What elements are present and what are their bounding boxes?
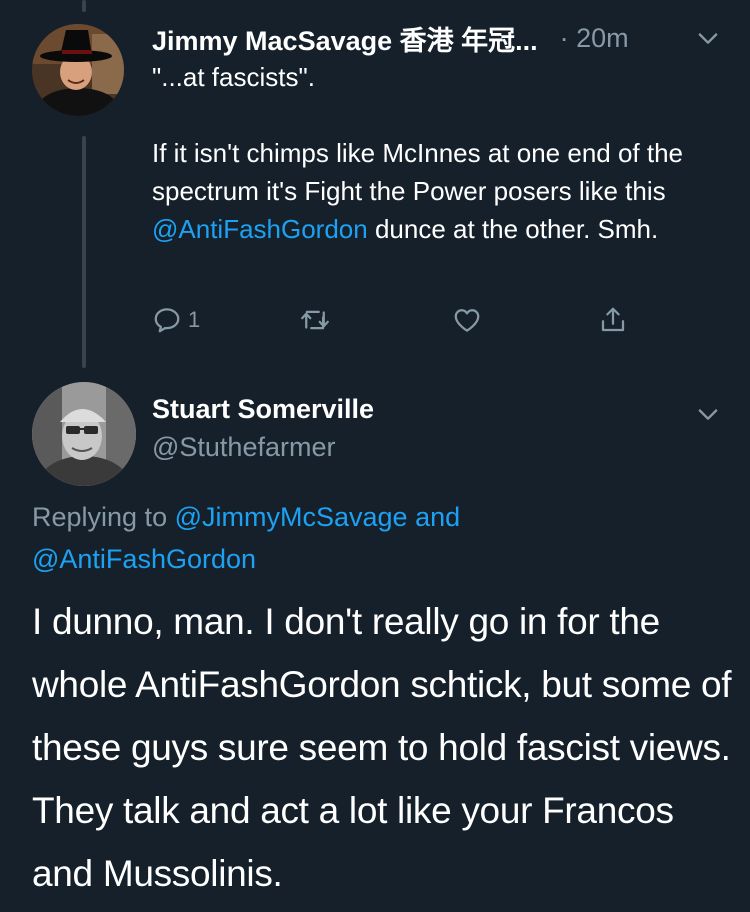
avatar-image-stuart [32,382,136,486]
chevron-down-icon[interactable] [694,400,722,428]
display-name[interactable]: Jimmy MacSavage 香港 年冠... [152,19,538,58]
mention-link[interactable]: @AntiFashGordon [152,214,368,244]
avatar[interactable] [32,24,124,116]
replying-to: Replying to @JimmyMcSavage and @AntiFash… [32,496,722,580]
display-name[interactable]: Stuart Somerville [152,394,374,425]
tweet-text-span: If it isn't chimps like McInnes at one e… [152,138,691,206]
tweet-text-paragraph: If it isn't chimps like McInnes at one e… [152,134,722,248]
tweet-text-line: "...at fascists". [152,62,315,92]
share-button[interactable] [598,302,628,338]
user-handle[interactable]: @Stuthefarmer [152,432,335,463]
replying-prefix: Replying to [32,502,175,532]
timestamp[interactable]: · 20m [560,23,629,54]
mention-link[interactable]: @AntiFashGordon [32,544,256,574]
like-button[interactable] [452,302,482,338]
avatar-image-jimmy [32,24,124,116]
retweet-icon [301,310,329,330]
reply-count: 1 [188,307,201,332]
like-icon [454,309,480,332]
share-icon [601,307,625,332]
reply-button[interactable]: 1 [152,302,200,338]
retweet-button[interactable] [300,302,330,338]
chevron-down-icon[interactable] [694,24,722,52]
mention-link[interactable]: @JimmyMcSavage [175,502,408,532]
tweet-header: Jimmy MacSavage 香港 年冠... · 20m [152,18,722,58]
avatar[interactable] [32,382,136,486]
tweet-jimmy[interactable]: Jimmy MacSavage 香港 年冠... · 20m "...at fa… [0,0,750,370]
reply-icon [154,308,180,333]
tweet-text: "...at fascists". If it isn't chimps lik… [152,58,722,248]
thread-line [82,136,86,368]
tweet-actions: 1 [152,302,652,338]
replying-and[interactable]: and [408,502,460,532]
tweet-text-span: dunce at the other. Smh. [367,214,659,244]
tweet-stuart[interactable]: Stuart Somerville @Stuthefarmer Replying… [0,370,750,912]
tweet-text: I dunno, man. I don't really go in for t… [32,601,732,894]
